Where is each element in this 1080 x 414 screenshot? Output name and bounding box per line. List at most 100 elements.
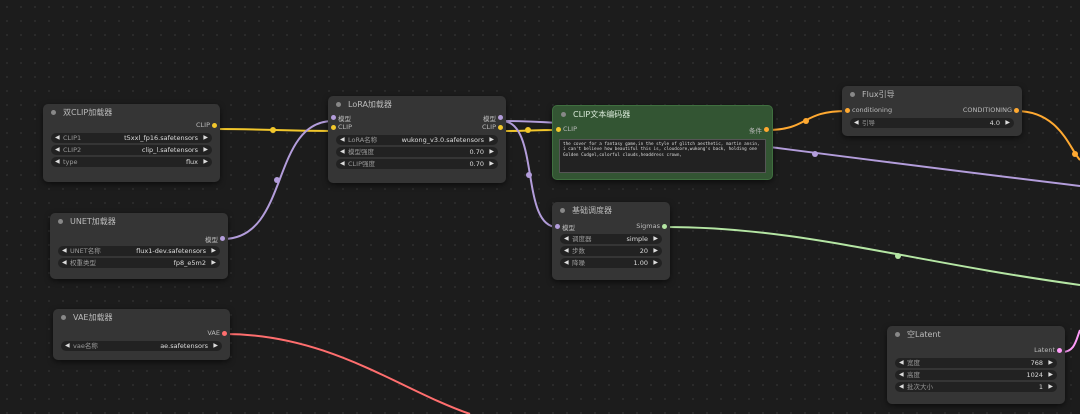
clip-text-encode-node[interactable]: CLIP文本编码器 CLIP 条件 the cover for a fantas… xyxy=(552,105,773,180)
node-collapse-dot[interactable] xyxy=(58,219,63,224)
lora-loader-node[interactable]: LoRA加载器 模型 模型 CLIP CLIP ◀ LoRA名称 wukong_v3… xyxy=(328,96,506,183)
node-title-bar[interactable]: 空Latent xyxy=(887,326,1065,343)
height-number[interactable]: ◀ 高度 1024 ▶ xyxy=(895,370,1057,380)
arrow-left-icon[interactable]: ◀ xyxy=(62,258,67,268)
arrow-left-icon[interactable]: ◀ xyxy=(899,370,904,380)
arrow-left-icon[interactable]: ◀ xyxy=(55,133,60,143)
input-label: conditioning xyxy=(852,106,893,114)
arrow-right-icon[interactable]: ▶ xyxy=(203,157,208,167)
node-title: VAE加载器 xyxy=(73,313,113,322)
arrow-right-icon[interactable]: ▶ xyxy=(489,159,494,169)
clip-output-socket[interactable] xyxy=(498,125,503,130)
arrow-left-icon[interactable]: ◀ xyxy=(564,234,569,244)
node-collapse-dot[interactable] xyxy=(560,208,565,213)
input-label: 模型 xyxy=(338,115,351,123)
flux-guidance-node[interactable]: Flux引导 conditioning CONDITIONING ◀ 引导 4.0 ▶ xyxy=(842,86,1022,136)
arrow-right-icon[interactable]: ▶ xyxy=(1048,358,1053,368)
widget-value: flux xyxy=(185,158,198,166)
arrow-right-icon[interactable]: ▶ xyxy=(489,135,494,145)
weight-dtype-combo[interactable]: ◀ 权重类型 fp8_e5m2 ▶ xyxy=(58,258,220,268)
node-collapse-dot[interactable] xyxy=(61,315,66,320)
node-title-bar[interactable]: 双CLIP加载器 xyxy=(43,104,220,121)
arrow-right-icon[interactable]: ▶ xyxy=(211,258,216,268)
arrow-right-icon[interactable]: ▶ xyxy=(203,145,208,155)
denoise-number[interactable]: ◀ 降噪 1.00 ▶ xyxy=(560,258,662,268)
node-io-row: conditioning CONDITIONING xyxy=(842,106,1022,116)
vae-output-socket[interactable] xyxy=(222,331,227,336)
node-title-bar[interactable]: UNET加载器 xyxy=(50,213,228,230)
empty-latent-node[interactable]: 空Latent Latent ◀ 宽度 768 ▶ ◀ 高度 1024 ▶ ◀ 批次大小 1 ▶ xyxy=(887,326,1065,404)
arrow-right-icon[interactable]: ▶ xyxy=(653,258,658,268)
basic-scheduler-node[interactable]: 基础调度器 模型 Sigmas ◀ 调度器 simple ▶ ◀ 步数 20 ▶ ◀ 降噪 1.… xyxy=(552,202,670,280)
node-io-row: CLIP 条件 xyxy=(553,125,772,135)
arrow-left-icon[interactable]: ◀ xyxy=(854,118,859,128)
node-collapse-dot[interactable] xyxy=(850,92,855,97)
model-input-socket[interactable] xyxy=(555,224,560,229)
clip-input-socket[interactable] xyxy=(331,125,336,130)
arrow-right-icon[interactable]: ▶ xyxy=(653,246,658,256)
wire-midpoint xyxy=(895,253,901,259)
conditioning-input-socket[interactable] xyxy=(845,108,850,113)
arrow-left-icon[interactable]: ◀ xyxy=(55,157,60,167)
wire-vae-offscreen xyxy=(224,333,471,414)
arrow-right-icon[interactable]: ▶ xyxy=(1048,382,1053,392)
arrow-right-icon[interactable]: ▶ xyxy=(1048,370,1053,380)
clip2-combo[interactable]: ◀ CLIP2 clip_l.safetensors ▶ xyxy=(51,145,212,155)
clip-output-socket[interactable] xyxy=(212,123,217,128)
clip-input-socket[interactable] xyxy=(556,127,561,132)
node-title-bar[interactable]: Flux引导 xyxy=(842,86,1022,103)
arrow-left-icon[interactable]: ◀ xyxy=(340,159,345,169)
node-title-bar[interactable]: LoRA加载器 xyxy=(328,96,506,113)
sigmas-output-socket[interactable] xyxy=(662,224,667,229)
scheduler-combo[interactable]: ◀ 调度器 simple ▶ xyxy=(560,234,662,244)
arrow-left-icon[interactable]: ◀ xyxy=(340,135,345,145)
arrow-left-icon[interactable]: ◀ xyxy=(340,147,345,157)
latent-output-socket[interactable] xyxy=(1057,348,1062,353)
arrow-left-icon[interactable]: ◀ xyxy=(899,382,904,392)
conditioning-output-socket[interactable] xyxy=(1014,108,1019,113)
model-input-socket[interactable] xyxy=(331,115,336,120)
node-collapse-dot[interactable] xyxy=(895,332,900,337)
arrow-left-icon[interactable]: ◀ xyxy=(55,145,60,155)
width-number[interactable]: ◀ 宽度 768 ▶ xyxy=(895,358,1057,368)
batch-size-number[interactable]: ◀ 批次大小 1 ▶ xyxy=(895,382,1057,392)
dual-clip-loader-node[interactable]: 双CLIP加载器 CLIP ◀ CLIP1 t5xxl_fp16.safetenso… xyxy=(43,104,220,182)
node-collapse-dot[interactable] xyxy=(336,102,341,107)
prompt-text-area[interactable]: the cover for a fantasy game,in the styl… xyxy=(559,139,766,173)
arrow-left-icon[interactable]: ◀ xyxy=(62,246,67,256)
arrow-left-icon[interactable]: ◀ xyxy=(899,358,904,368)
clip-strength-number[interactable]: ◀ CLIP强度 0.70 ▶ xyxy=(336,159,498,169)
node-title-bar[interactable]: 基础调度器 xyxy=(552,202,670,219)
node-collapse-dot[interactable] xyxy=(561,112,566,117)
arrow-right-icon[interactable]: ▶ xyxy=(203,133,208,143)
node-title-bar[interactable]: CLIP文本编码器 xyxy=(553,106,772,123)
arrow-left-icon[interactable]: ◀ xyxy=(65,341,70,351)
arrow-right-icon[interactable]: ▶ xyxy=(653,234,658,244)
arrow-left-icon[interactable]: ◀ xyxy=(564,258,569,268)
widget-label: CLIP1 xyxy=(63,134,82,142)
type-combo[interactable]: ◀ type flux ▶ xyxy=(51,157,212,167)
wire-midpoint xyxy=(812,151,818,157)
arrow-right-icon[interactable]: ▶ xyxy=(489,147,494,157)
node-title-bar[interactable]: VAE加载器 xyxy=(53,309,230,326)
node-collapse-dot[interactable] xyxy=(51,110,56,115)
conditioning-output-socket[interactable] xyxy=(764,127,769,132)
arrow-right-icon[interactable]: ▶ xyxy=(1005,118,1010,128)
unet-name-combo[interactable]: ◀ UNET名称 flux1-dev.safetensors ▶ xyxy=(58,246,220,256)
arrow-right-icon[interactable]: ▶ xyxy=(213,341,218,351)
guidance-number[interactable]: ◀ 引导 4.0 ▶ xyxy=(850,118,1014,128)
clip1-combo[interactable]: ◀ CLIP1 t5xxl_fp16.safetensors ▶ xyxy=(51,133,212,143)
model-output-socket[interactable] xyxy=(220,236,225,241)
unet-loader-node[interactable]: UNET加载器 模型 ◀ UNET名称 flux1-dev.safetensors ▶… xyxy=(50,213,228,279)
input-label: CLIP xyxy=(563,125,577,133)
node-title: LoRA加载器 xyxy=(348,100,392,109)
model-strength-number[interactable]: ◀ 模型强度 0.70 ▶ xyxy=(336,147,498,157)
node-io-row: Latent xyxy=(887,346,1065,356)
vae-loader-node[interactable]: VAE加载器 VAE ◀ vae名称 ae.safetensors ▶ xyxy=(53,309,230,360)
arrow-left-icon[interactable]: ◀ xyxy=(564,246,569,256)
vae-name-combo[interactable]: ◀ vae名称 ae.safetensors ▶ xyxy=(61,341,222,351)
lora-name-combo[interactable]: ◀ LoRA名称 wukong_v3.0.safetensors ▶ xyxy=(336,135,498,145)
steps-number[interactable]: ◀ 步数 20 ▶ xyxy=(560,246,662,256)
arrow-right-icon[interactable]: ▶ xyxy=(211,246,216,256)
model-output-socket[interactable] xyxy=(498,115,503,120)
